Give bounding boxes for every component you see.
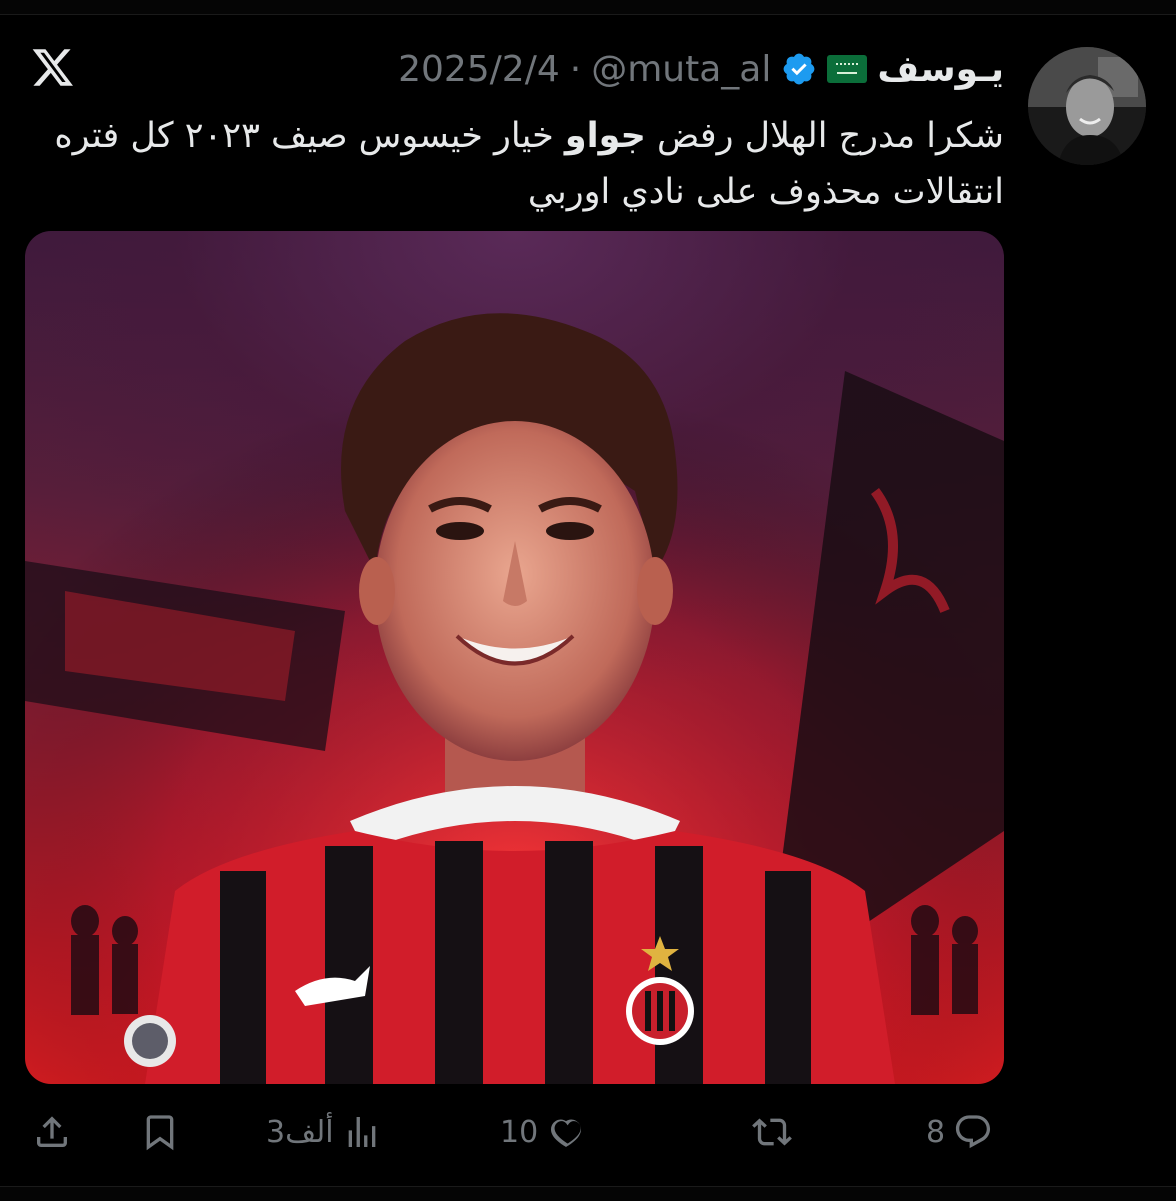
x-logo-icon[interactable] — [26, 40, 80, 94]
tweet-text: شكرا مدرج الهلال رفض جواو خيار خيسوس صيف… — [24, 108, 1004, 220]
views-button[interactable]: 3ألف — [266, 1100, 382, 1164]
author-avatar[interactable] — [1028, 47, 1146, 165]
views-icon — [348, 1117, 375, 1147]
like-button[interactable]: 10 — [500, 1100, 586, 1164]
repost-icon — [752, 1118, 792, 1146]
tweet-header: يـوسف @muta_al · 2025/2/4 — [398, 42, 1004, 96]
like-count: 10 — [500, 1114, 539, 1150]
bookmark-button[interactable] — [140, 1100, 180, 1164]
author-handle[interactable]: @muta_al — [591, 49, 771, 90]
like-icon — [551, 1119, 582, 1147]
meta-separator: · — [569, 48, 582, 90]
reply-icon — [956, 1115, 991, 1149]
bookmark-icon — [146, 1115, 174, 1151]
reply-count: 8 — [926, 1114, 946, 1150]
repost-button[interactable] — [752, 1100, 800, 1164]
tweet-media-image[interactable] — [25, 231, 1004, 1084]
tweet-text-before: شكرا مدرج الهلال رفض — [645, 116, 1004, 156]
verified-badge-icon — [783, 53, 815, 85]
bottom-divider — [0, 1186, 1176, 1201]
top-divider — [0, 0, 1176, 15]
tweet-date[interactable]: 2025/2/4 — [398, 49, 560, 90]
author-display-name[interactable]: يـوسف — [877, 49, 1004, 90]
saudi-flag-icon — [827, 55, 868, 83]
share-icon — [37, 1116, 67, 1147]
reply-button[interactable]: 8 — [926, 1100, 993, 1164]
views-count: 3ألف — [266, 1114, 334, 1150]
tweet-text-bold: جواو — [564, 116, 646, 156]
tweet-actions: 8 10 3ألف — [0, 1100, 1176, 1170]
share-button[interactable] — [32, 1100, 72, 1164]
